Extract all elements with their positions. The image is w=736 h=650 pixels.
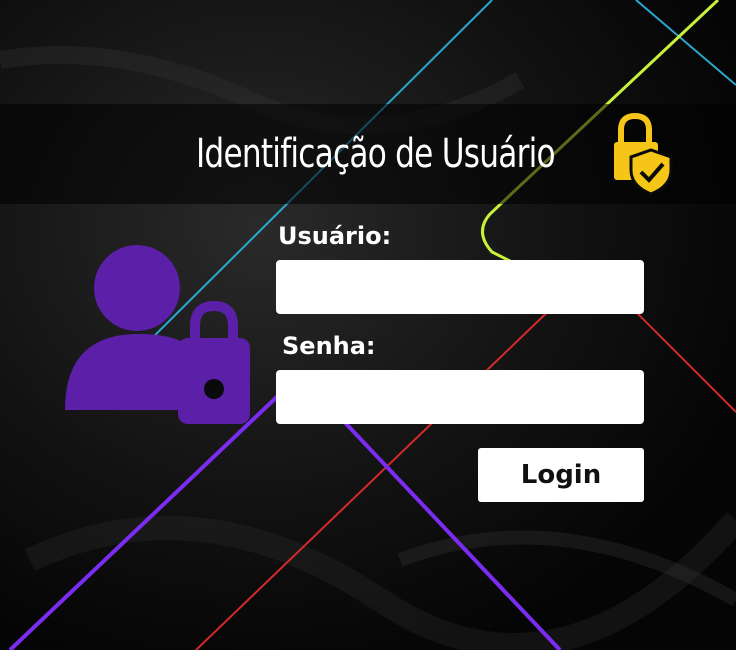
page-title: Identificação de Usuário (196, 131, 556, 177)
username-label: Usuário: (278, 222, 392, 250)
username-input[interactable] (276, 260, 644, 314)
lock-shield-icon (614, 112, 673, 196)
password-label: Senha: (282, 332, 376, 360)
login-button[interactable]: Login (478, 448, 644, 502)
user-lock-icon (65, 245, 250, 424)
password-input[interactable] (276, 370, 644, 424)
